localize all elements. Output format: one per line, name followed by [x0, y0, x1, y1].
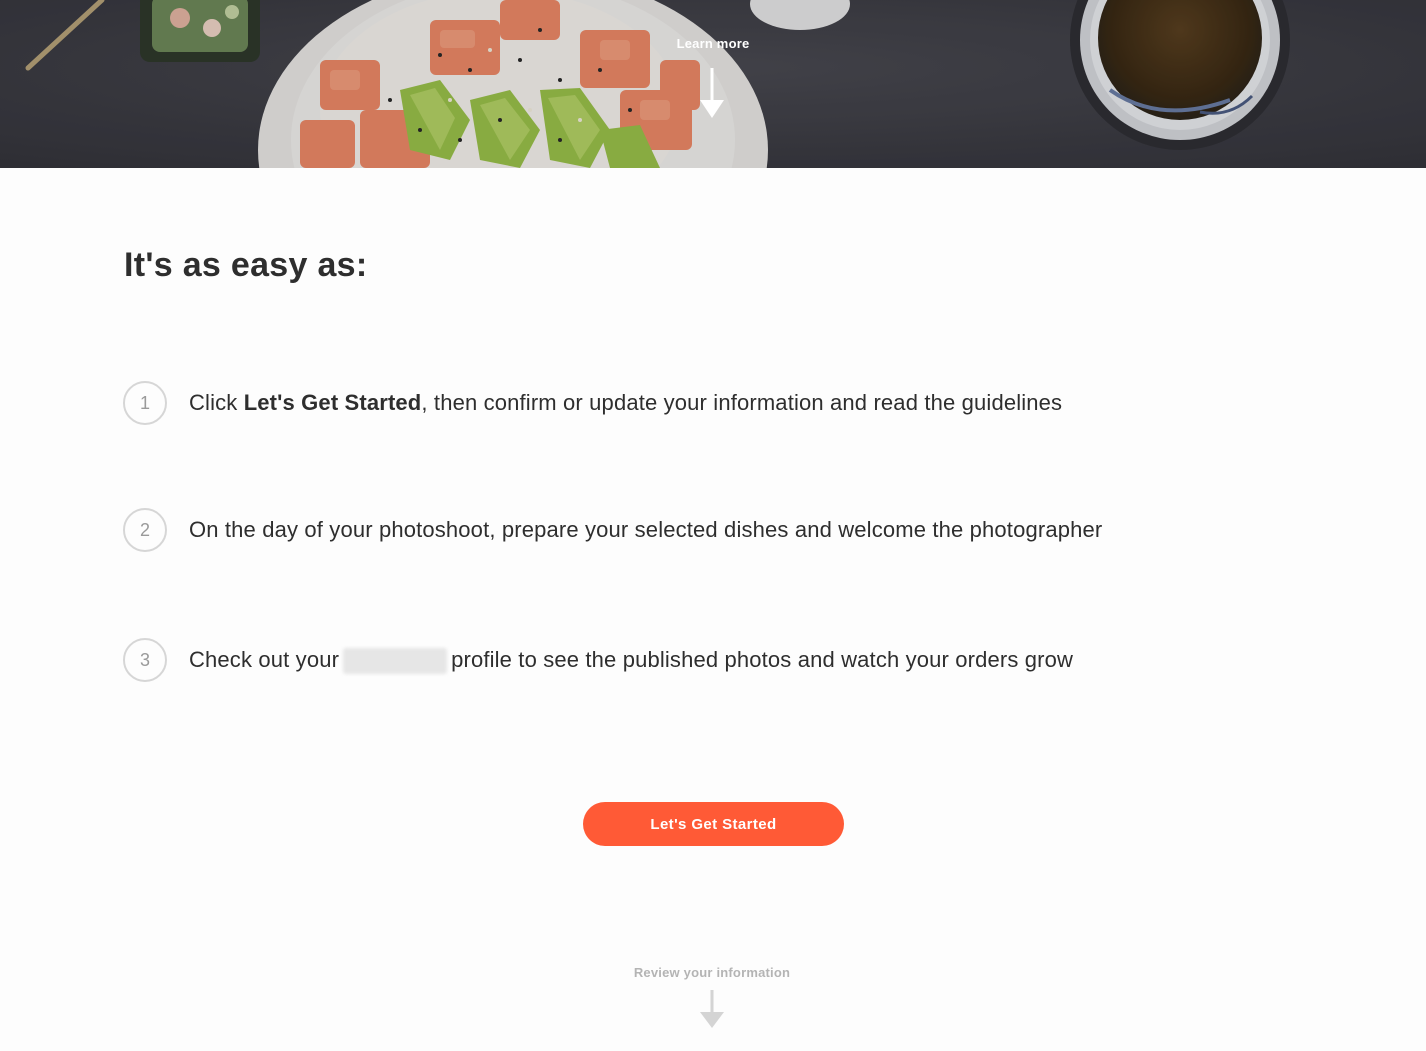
step-3: 3 Check out your profile to see the publi…: [123, 638, 1273, 682]
step-2: 2 On the day of your photoshoot, prepare…: [123, 508, 1273, 552]
review-information-link[interactable]: Review your information: [612, 962, 812, 1032]
step-number-badge: 3: [123, 638, 167, 682]
step-number-badge: 2: [123, 508, 167, 552]
step-1: 1 Click Let's Get Started, then confirm …: [123, 381, 1273, 425]
section-heading: It's as easy as:: [124, 246, 368, 284]
arrow-down-icon: [700, 990, 724, 1028]
step-text: Click Let's Get Started, then confirm or…: [189, 390, 1062, 416]
step-text-after: , then confirm or update your informatio…: [421, 390, 1063, 415]
step-text-bold: Let's Get Started: [243, 390, 422, 415]
step-text-before: Click: [189, 390, 244, 415]
step-text: Check out your profile to see the publish…: [189, 647, 1074, 675]
step-number-badge: 1: [123, 381, 167, 425]
review-information-label: Review your information: [633, 965, 791, 980]
learn-more-label: Learn more: [676, 36, 750, 51]
arrow-down-icon: [700, 68, 724, 118]
lets-get-started-button[interactable]: Let's Get Started: [583, 802, 844, 846]
learn-more-link[interactable]: Learn more: [0, 0, 1426, 168]
step-text-after: profile to see the published photos and …: [451, 647, 1074, 672]
step-text-before: Check out your: [189, 647, 340, 672]
page: Learn more It's as easy as: 1 Click Let'…: [0, 0, 1426, 1051]
redacted-brand-name: [343, 648, 448, 675]
hero-banner: Learn more: [0, 0, 1426, 168]
step-text: On the day of your photoshoot, prepare y…: [189, 517, 1103, 542]
